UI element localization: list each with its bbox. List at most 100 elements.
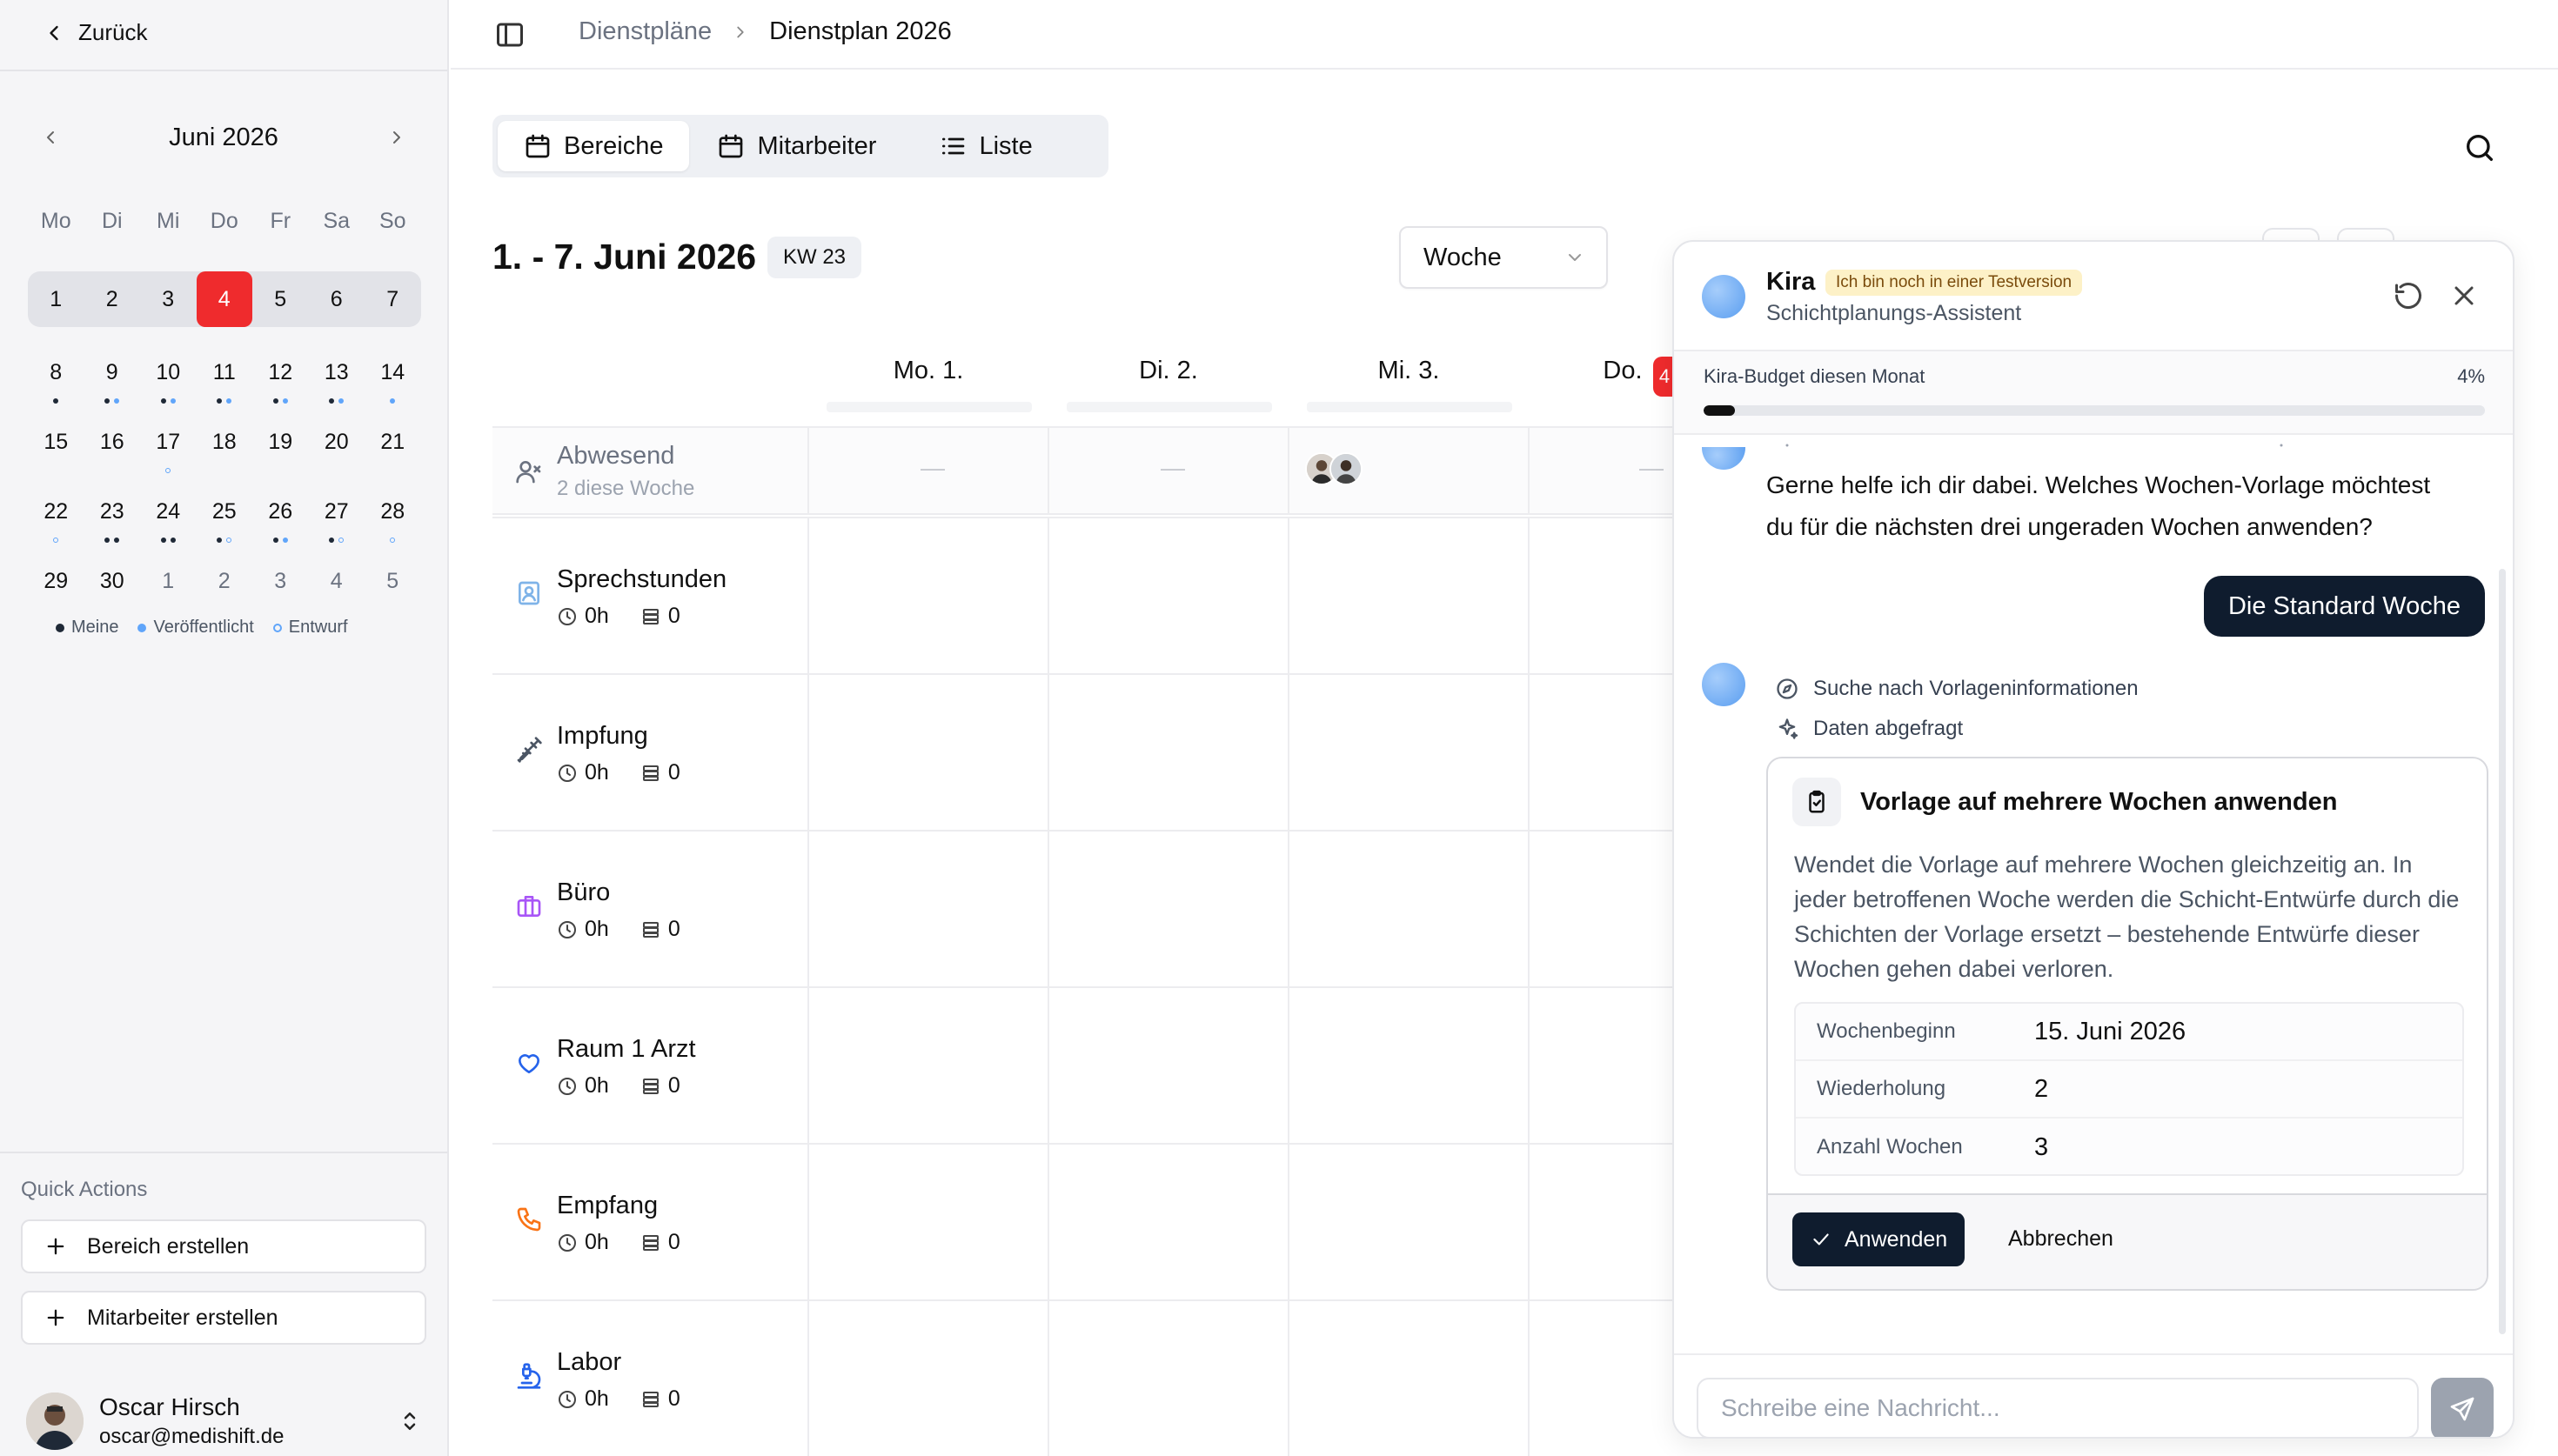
- chat-scrollbar[interactable]: [2499, 569, 2506, 1334]
- shift-cell[interactable]: [1049, 1145, 1289, 1299]
- calendar-day[interactable]: 29: [28, 553, 84, 609]
- absent-day-cell[interactable]: [1289, 428, 1530, 513]
- calendar-week[interactable]: 8 9 10 11 12 13 14: [28, 344, 421, 404]
- shift-cell[interactable]: [809, 675, 1049, 830]
- calendar-day[interactable]: 2: [84, 271, 141, 327]
- shift-cell[interactable]: [1289, 1301, 1530, 1456]
- area-name-cell[interactable]: Raum 1 Arzt 0h 0: [492, 988, 809, 1143]
- calendar-day[interactable]: 14: [365, 344, 421, 404]
- area-hours: 0h: [585, 604, 609, 628]
- shift-cell[interactable]: [809, 832, 1049, 986]
- shift-cell[interactable]: [1049, 1301, 1289, 1456]
- calendar-day-next-month[interactable]: 3: [252, 553, 309, 609]
- budget-progress: [1704, 405, 2485, 416]
- shift-cell[interactable]: [1049, 988, 1289, 1143]
- calendar-day[interactable]: 26: [252, 484, 309, 543]
- calendar-day[interactable]: 22: [28, 484, 84, 543]
- absent-cell[interactable]: Abwesend 2 diese Woche: [492, 428, 809, 513]
- absent-avatars[interactable]: [1305, 452, 1363, 485]
- shift-cell[interactable]: [809, 518, 1049, 673]
- calendar-day[interactable]: 7: [365, 271, 421, 327]
- area-name-cell[interactable]: Labor 0h 0: [492, 1301, 809, 1456]
- calendar-week-current[interactable]: 1 2 3 4 5 6 7: [28, 271, 421, 327]
- shift-cell[interactable]: [1049, 832, 1289, 986]
- sidebar-toggle-icon[interactable]: [494, 19, 526, 50]
- area-name-cell[interactable]: Sprechstunden 0h 0: [492, 518, 809, 673]
- calendar-day[interactable]: 12: [252, 344, 309, 404]
- tab-mitarbeiter[interactable]: Mitarbeiter: [691, 121, 902, 171]
- calendar-day[interactable]: 5: [252, 271, 309, 327]
- calendar-day[interactable]: 13: [309, 344, 365, 404]
- calendar-day[interactable]: 27: [309, 484, 365, 543]
- calendar-day[interactable]: 28: [365, 484, 421, 543]
- calendar-day[interactable]: 15: [28, 414, 84, 470]
- calendar-day[interactable]: 18: [197, 414, 253, 470]
- calendar-day[interactable]: 25: [197, 484, 253, 543]
- calendar-day-next-month[interactable]: 4: [309, 553, 365, 609]
- cancel-button[interactable]: Abbrechen: [2008, 1226, 2113, 1252]
- chat-message-input[interactable]: [1697, 1378, 2419, 1437]
- calendar-day[interactable]: 8: [28, 344, 84, 404]
- calendar-day[interactable]: 17: [140, 414, 197, 473]
- calendar-day[interactable]: 30: [84, 553, 141, 609]
- shift-cell[interactable]: [1289, 988, 1530, 1143]
- calendar-day[interactable]: 23: [84, 484, 141, 543]
- tab-bereiche[interactable]: Bereiche: [498, 121, 690, 171]
- calendar-day[interactable]: 11: [197, 344, 253, 404]
- area-hours: 0h: [585, 1073, 609, 1098]
- shift-cell[interactable]: [809, 988, 1049, 1143]
- reset-icon[interactable]: [2393, 280, 2424, 311]
- shift-cell[interactable]: [1289, 1145, 1530, 1299]
- breadcrumb-dienstplaene[interactable]: Dienstpläne: [579, 17, 712, 46]
- scrolled-text-fragment: [1785, 444, 2283, 447]
- area-name-cell[interactable]: Impfung 0h 0: [492, 675, 809, 830]
- shift-cell[interactable]: [1289, 832, 1530, 986]
- calendar-day[interactable]: 1: [28, 271, 84, 327]
- area-hours: 0h: [585, 1230, 609, 1254]
- calendar-day-next-month[interactable]: 2: [197, 553, 253, 609]
- shift-cell[interactable]: [1289, 518, 1530, 673]
- view-mode-select[interactable]: Woche: [1399, 226, 1608, 289]
- create-employee-button[interactable]: Mitarbeiter erstellen: [21, 1291, 426, 1345]
- user-menu[interactable]: Oscar Hirsch oscar@medishift.de: [26, 1388, 423, 1454]
- calendar-day[interactable]: 19: [252, 414, 309, 470]
- next-month-button[interactable]: [374, 115, 419, 160]
- calendar-day[interactable]: 21: [365, 414, 421, 470]
- calendar-day-next-month[interactable]: 1: [140, 553, 197, 609]
- calendar-day[interactable]: 3: [140, 271, 197, 327]
- calendar-day[interactable]: 24: [140, 484, 197, 543]
- shift-cell[interactable]: [1049, 518, 1289, 673]
- send-button[interactable]: [2431, 1378, 2494, 1437]
- sparkles-icon: [1775, 717, 1799, 741]
- apply-button[interactable]: Anwenden: [1792, 1212, 1965, 1266]
- calendar-day[interactable]: 10: [140, 344, 197, 404]
- contact-icon: [515, 579, 543, 607]
- shift-cell[interactable]: [809, 1301, 1049, 1456]
- tab-liste[interactable]: Liste: [904, 121, 1058, 171]
- create-area-button[interactable]: Bereich erstellen: [21, 1219, 426, 1273]
- calendar-week[interactable]: 29 30 1 2 3 4 5: [28, 553, 421, 609]
- close-icon[interactable]: [2448, 280, 2480, 311]
- calendar-week[interactable]: 15 16 17 18 19 20 21: [28, 414, 421, 473]
- back-button[interactable]: Zurück: [42, 19, 147, 46]
- area-meta: 0h 0: [557, 1073, 680, 1099]
- calendar-day-next-month[interactable]: 5: [365, 553, 421, 609]
- calendar-day[interactable]: 9: [84, 344, 141, 404]
- calendar-week[interactable]: 22 23 24 25 26 27 28: [28, 484, 421, 543]
- shift-cell[interactable]: [1289, 675, 1530, 830]
- calendar-day[interactable]: 20: [309, 414, 365, 470]
- top-bar: Dienstpläne Dienstplan 2026: [451, 0, 2558, 70]
- shift-cell[interactable]: [1049, 675, 1289, 830]
- chevron-right-icon: [731, 23, 750, 42]
- calendar-day-today[interactable]: 4: [196, 271, 253, 327]
- area-name-cell[interactable]: Büro 0h 0: [492, 832, 809, 986]
- area-name-cell[interactable]: Empfang 0h 0: [492, 1145, 809, 1299]
- prev-month-button[interactable]: [28, 115, 73, 160]
- search-icon[interactable]: [2462, 130, 2497, 165]
- absent-day-cell[interactable]: —: [809, 428, 1049, 513]
- divider: [0, 70, 447, 71]
- absent-day-cell[interactable]: —: [1049, 428, 1289, 513]
- shift-cell[interactable]: [809, 1145, 1049, 1299]
- calendar-day[interactable]: 16: [84, 414, 141, 470]
- calendar-day[interactable]: 6: [309, 271, 365, 327]
